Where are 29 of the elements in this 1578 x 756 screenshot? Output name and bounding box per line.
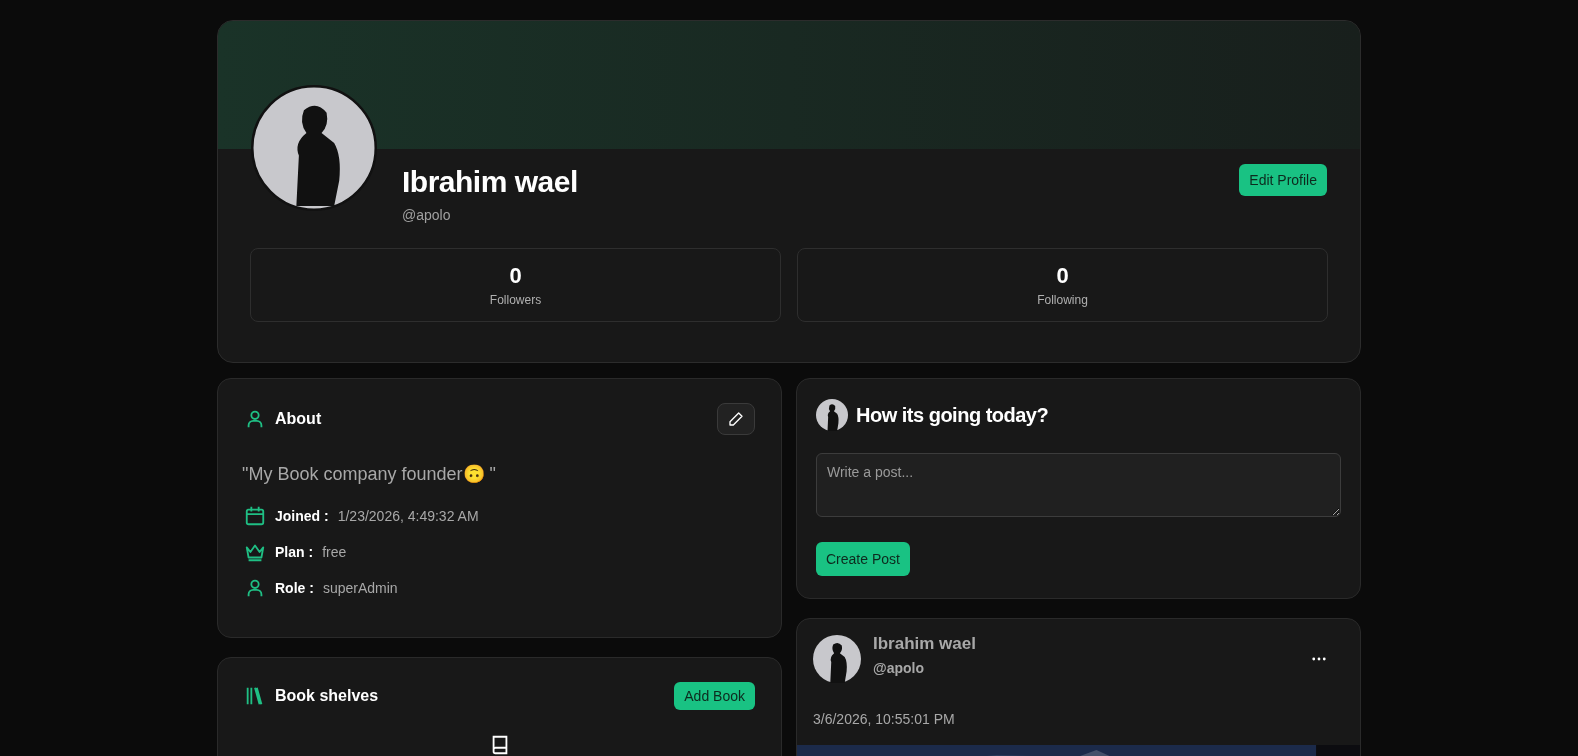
- stat-count: 0: [509, 263, 522, 289]
- detail-label: Plan :: [275, 544, 314, 560]
- edit-profile-button[interactable]: Edit Profile: [1239, 164, 1327, 196]
- stat-label: Following: [1037, 293, 1088, 307]
- detail-value: 1/23/2026, 4:49:32 AM: [337, 508, 479, 524]
- detail-value: superAdmin: [322, 580, 398, 596]
- stat-count: 0: [1056, 263, 1069, 289]
- pencil-icon: [728, 411, 744, 427]
- composer-title: How its going today?: [856, 403, 1049, 427]
- edit-button[interactable]: [717, 403, 755, 435]
- profile-handle: @apolo: [402, 207, 452, 223]
- post-date: 3/6/2026, 10:55:01 PM: [812, 710, 956, 729]
- detail-label: Joined :: [275, 508, 329, 524]
- author-handle: @apolo: [873, 660, 925, 676]
- author-name: Ibrahim wael: [873, 634, 976, 654]
- avatar: [816, 399, 848, 431]
- profile-name: Ibrahim wael: [402, 165, 578, 199]
- more-icon: [1312, 657, 1326, 661]
- create-post-button[interactable]: Create Post: [816, 542, 910, 576]
- post-input[interactable]: Write a post...: [816, 453, 1341, 517]
- section-title: Book shelves: [275, 687, 379, 705]
- calendar-icon: [244, 505, 266, 527]
- section-title: About: [275, 410, 322, 428]
- stat-label: Followers: [489, 293, 542, 307]
- bio-text: "My Book company founder🙃 ": [242, 463, 497, 485]
- add-book-button[interactable]: Add Book: [674, 682, 755, 710]
- detail-label: Role :: [275, 580, 314, 596]
- avatar: [813, 635, 861, 683]
- detail-value: free: [322, 544, 347, 560]
